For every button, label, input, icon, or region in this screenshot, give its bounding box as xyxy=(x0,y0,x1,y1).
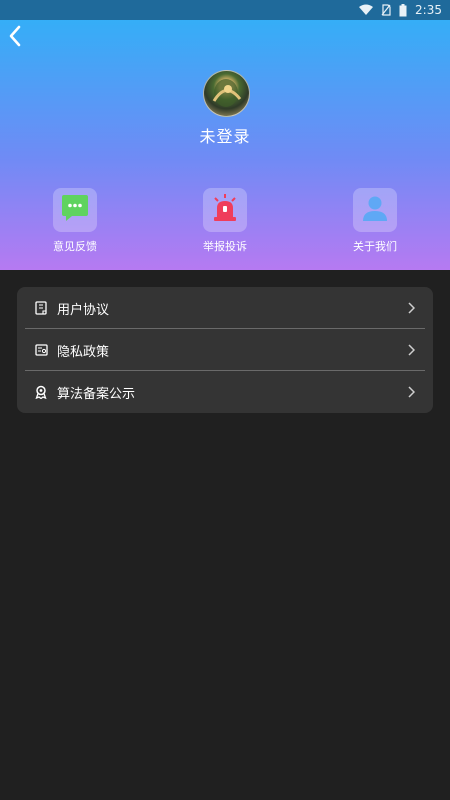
feedback-icon-box xyxy=(53,188,97,232)
settings-menu: 用户协议 隐私政策 算法备案公示 xyxy=(17,287,433,413)
chevron-right-icon xyxy=(405,344,417,356)
feedback-label: 意见反馈 xyxy=(53,240,97,253)
alarm-light-icon xyxy=(210,193,240,227)
chevron-left-icon xyxy=(8,25,22,51)
report-complaint-button[interactable]: 举报投诉 xyxy=(180,188,270,258)
no-sim-icon xyxy=(381,4,391,16)
privacy-card-icon xyxy=(33,342,49,358)
user-icon xyxy=(361,194,389,226)
menu-item-user-agreement[interactable]: 用户协议 xyxy=(25,287,425,329)
profile-header: 未登录 意见反馈 举报投诉 关于我们 xyxy=(0,20,450,270)
quick-actions: 意见反馈 举报投诉 关于我们 xyxy=(0,188,450,258)
login-status-label[interactable]: 未登录 xyxy=(0,123,450,147)
menu-item-privacy-policy[interactable]: 隐私政策 xyxy=(25,329,425,371)
chevron-right-icon xyxy=(405,386,417,398)
report-icon-box xyxy=(203,188,247,232)
status-time: 2:35 xyxy=(415,3,442,17)
back-button[interactable] xyxy=(4,25,26,51)
avatar[interactable] xyxy=(203,70,250,117)
document-icon xyxy=(33,300,49,316)
chat-bubble-icon xyxy=(60,194,90,226)
ribbon-badge-icon xyxy=(33,384,49,400)
about-icon-box xyxy=(353,188,397,232)
menu-item-label: 隐私政策 xyxy=(57,344,110,360)
battery-icon xyxy=(399,3,407,17)
chevron-right-icon xyxy=(405,302,417,314)
about-us-label: 关于我们 xyxy=(353,240,397,253)
menu-item-label: 算法备案公示 xyxy=(57,386,136,402)
menu-item-algorithm-filing[interactable]: 算法备案公示 xyxy=(25,371,425,413)
feedback-button[interactable]: 意见反馈 xyxy=(30,188,120,258)
status-bar: 2:35 xyxy=(0,0,450,20)
about-us-button[interactable]: 关于我们 xyxy=(330,188,420,258)
report-complaint-label: 举报投诉 xyxy=(203,240,247,253)
wifi-icon xyxy=(359,4,374,16)
menu-item-label: 用户协议 xyxy=(57,302,110,318)
